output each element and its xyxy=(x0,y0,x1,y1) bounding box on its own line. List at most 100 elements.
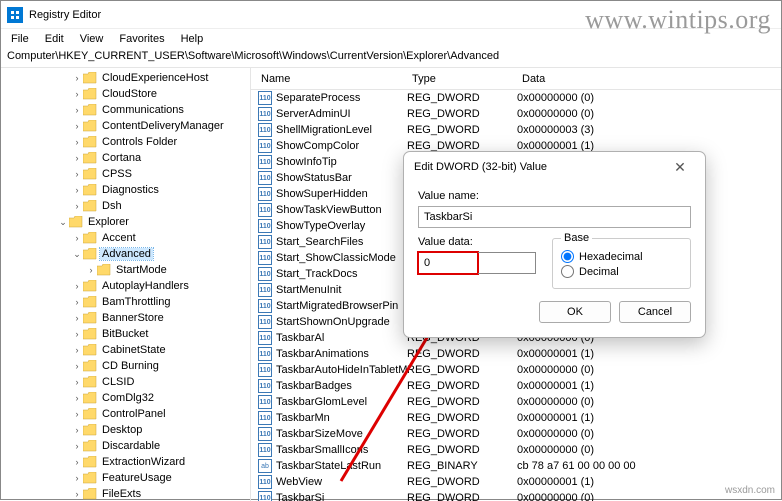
tree-item[interactable]: ›Desktop xyxy=(1,422,250,438)
list-row[interactable]: ShellMigrationLevelREG_DWORD0x00000003 (… xyxy=(251,122,781,138)
folder-icon xyxy=(69,216,83,228)
tree-pane[interactable]: ›CloudExperienceHost›CloudStore›Communic… xyxy=(1,68,251,501)
chevron-right-icon[interactable]: › xyxy=(71,89,83,99)
chevron-right-icon[interactable]: › xyxy=(71,233,83,243)
tree-item[interactable]: ›Accent xyxy=(1,230,250,246)
col-data[interactable]: Data xyxy=(516,70,781,88)
close-icon[interactable]: ✕ xyxy=(665,159,695,176)
chevron-down-icon[interactable]: ⌄ xyxy=(71,249,83,260)
list-row[interactable]: SeparateProcessREG_DWORD0x00000000 (0) xyxy=(251,90,781,106)
chevron-right-icon[interactable]: › xyxy=(71,121,83,131)
chevron-right-icon[interactable]: › xyxy=(71,441,83,451)
chevron-right-icon[interactable]: › xyxy=(71,201,83,211)
list-row[interactable]: TaskbarStateLastRunREG_BINARYcb 78 a7 61… xyxy=(251,458,781,474)
tree-item[interactable]: ⌄Advanced xyxy=(1,246,250,262)
tree-item-label: Diagnostics xyxy=(100,184,161,196)
value-type: REG_DWORD xyxy=(407,364,517,376)
tree-item[interactable]: › CD Burning xyxy=(1,358,250,374)
tree-item[interactable]: ›CabinetState xyxy=(1,342,250,358)
tree-item[interactable]: ›ComDlg32 xyxy=(1,390,250,406)
tree-item[interactable]: ›ControlPanel xyxy=(1,406,250,422)
cancel-button[interactable]: Cancel xyxy=(619,301,691,323)
value-data-input[interactable] xyxy=(418,252,478,274)
list-row[interactable]: TaskbarSiREG_DWORD0x00000000 (0) xyxy=(251,490,781,501)
menu-view[interactable]: View xyxy=(72,32,112,46)
tree-item[interactable]: ›Communications xyxy=(1,102,250,118)
chevron-right-icon[interactable]: › xyxy=(71,489,83,499)
list-row[interactable]: TaskbarSizeMoveREG_DWORD0x00000000 (0) xyxy=(251,426,781,442)
chevron-right-icon[interactable]: › xyxy=(71,377,83,387)
chevron-right-icon[interactable]: › xyxy=(71,409,83,419)
dialog-titlebar[interactable]: Edit DWORD (32-bit) Value ✕ xyxy=(404,152,705,182)
chevron-right-icon[interactable]: › xyxy=(71,73,83,83)
tree-item[interactable]: ›Cortana xyxy=(1,150,250,166)
value-name-input[interactable] xyxy=(418,206,691,228)
value-type: REG_DWORD xyxy=(407,476,517,488)
dword-value-icon xyxy=(257,298,273,314)
menu-favorites[interactable]: Favorites xyxy=(111,32,172,46)
chevron-right-icon[interactable]: › xyxy=(71,153,83,163)
address-bar[interactable]: Computer\HKEY_CURRENT_USER\Software\Micr… xyxy=(1,48,781,68)
chevron-right-icon[interactable]: › xyxy=(71,473,83,483)
titlebar[interactable]: Registry Editor xyxy=(1,1,781,29)
tree-item[interactable]: ›Controls Folder xyxy=(1,134,250,150)
tree-item[interactable]: ›CLSID xyxy=(1,374,250,390)
tree-item[interactable]: ›Discardable xyxy=(1,438,250,454)
list-row[interactable]: TaskbarAnimationsREG_DWORD0x00000001 (1) xyxy=(251,346,781,362)
folder-icon xyxy=(83,72,97,84)
tree-item[interactable]: ›CPSS xyxy=(1,166,250,182)
ok-button[interactable]: OK xyxy=(539,301,611,323)
radio-dec-input[interactable] xyxy=(561,265,574,278)
folder-icon xyxy=(83,440,97,452)
list-row[interactable]: TaskbarSmallIconsREG_DWORD0x00000000 (0) xyxy=(251,442,781,458)
chevron-down-icon[interactable]: ⌄ xyxy=(57,217,69,228)
tree-item[interactable]: ›Dsh xyxy=(1,198,250,214)
col-name[interactable]: Name xyxy=(251,70,406,88)
menu-help[interactable]: Help xyxy=(173,32,212,46)
tree-item[interactable]: ›CloudStore xyxy=(1,86,250,102)
tree-item[interactable]: ›BannerStore xyxy=(1,310,250,326)
binary-value-icon xyxy=(257,458,273,474)
list-row[interactable]: WebViewREG_DWORD0x00000001 (1) xyxy=(251,474,781,490)
chevron-right-icon[interactable]: › xyxy=(71,457,83,467)
tree-item[interactable]: ›StartMode xyxy=(1,262,250,278)
tree-item[interactable]: ›BamThrottling xyxy=(1,294,250,310)
tree-item[interactable]: ›BitBucket xyxy=(1,326,250,342)
chevron-right-icon[interactable]: › xyxy=(71,281,83,291)
folder-icon xyxy=(83,344,97,356)
chevron-right-icon[interactable]: › xyxy=(71,393,83,403)
radio-hex-input[interactable] xyxy=(561,250,574,263)
chevron-right-icon[interactable]: › xyxy=(71,361,83,371)
radio-hex[interactable]: Hexadecimal xyxy=(561,250,682,263)
chevron-right-icon[interactable]: › xyxy=(71,329,83,339)
tree-item[interactable]: ›AutoplayHandlers xyxy=(1,278,250,294)
chevron-right-icon[interactable]: › xyxy=(71,169,83,179)
list-row[interactable]: TaskbarGlomLevelREG_DWORD0x00000000 (0) xyxy=(251,394,781,410)
tree-item[interactable]: ›FileExts xyxy=(1,486,250,501)
tree-item[interactable]: › Diagnostics xyxy=(1,182,250,198)
chevron-right-icon[interactable]: › xyxy=(85,265,97,275)
chevron-right-icon[interactable]: › xyxy=(71,313,83,323)
chevron-right-icon[interactable]: › xyxy=(71,137,83,147)
list-row[interactable]: ServerAdminUIREG_DWORD0x00000000 (0) xyxy=(251,106,781,122)
chevron-right-icon[interactable]: › xyxy=(71,425,83,435)
tree-item[interactable]: ›FeatureUsage xyxy=(1,470,250,486)
tree-item[interactable]: ›ContentDeliveryManager xyxy=(1,118,250,134)
list-row[interactable]: TaskbarBadgesREG_DWORD0x00000001 (1) xyxy=(251,378,781,394)
tree-item-label: CD Burning xyxy=(100,360,161,372)
col-type[interactable]: Type xyxy=(406,70,516,88)
menu-file[interactable]: File xyxy=(3,32,37,46)
menu-edit[interactable]: Edit xyxy=(37,32,72,46)
list-row[interactable]: TaskbarMnREG_DWORD0x00000001 (1) xyxy=(251,410,781,426)
chevron-right-icon[interactable]: › xyxy=(71,105,83,115)
radio-dec[interactable]: Decimal xyxy=(561,265,682,278)
value-data-input-ext[interactable] xyxy=(478,252,536,274)
tree-item[interactable]: ›CloudExperienceHost xyxy=(1,70,250,86)
chevron-right-icon[interactable]: › xyxy=(71,185,83,195)
chevron-right-icon[interactable]: › xyxy=(71,297,83,307)
list-row[interactable]: TaskbarAutoHideInTabletModeREG_DWORD0x00… xyxy=(251,362,781,378)
chevron-right-icon[interactable]: › xyxy=(71,345,83,355)
dword-value-icon xyxy=(257,106,273,122)
tree-item[interactable]: ⌄Explorer xyxy=(1,214,250,230)
tree-item[interactable]: ›ExtractionWizard xyxy=(1,454,250,470)
